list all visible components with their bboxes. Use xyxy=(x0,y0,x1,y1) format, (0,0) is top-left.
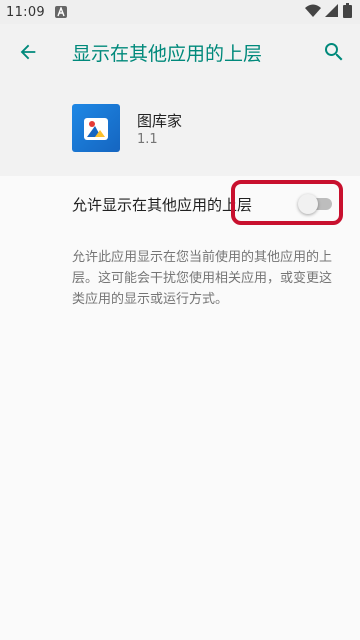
toggle-thumb xyxy=(298,194,318,214)
app-version: 1.1 xyxy=(137,132,158,147)
signal-icon xyxy=(325,3,339,22)
status-icons xyxy=(305,2,352,22)
allow-overlay-label: 允许显示在其他应用的上层 xyxy=(72,196,253,214)
status-time: 11:09 xyxy=(6,4,45,20)
battery-icon xyxy=(343,2,352,22)
a-letter-icon xyxy=(54,6,67,18)
status-bar: 11:09 xyxy=(0,0,360,24)
search-button[interactable] xyxy=(320,38,348,66)
settings-content: 允许显示在其他应用的上层 允许此应用显示在您当前使用的其他应用的上层。这可能会干… xyxy=(0,176,360,640)
wifi-icon xyxy=(305,3,321,22)
allow-overlay-row[interactable]: 允许显示在其他应用的上层 xyxy=(0,176,360,232)
allow-overlay-summary: 允许此应用显示在您当前使用的其他应用的上层。这可能会干扰您使用相关应用，或变更这… xyxy=(72,250,333,307)
app-name: 图库家 xyxy=(137,112,183,130)
app-header: 图库家 1.1 xyxy=(0,80,360,176)
screen: 11:09 显示在其他应用的上层 图库家 1.1 允许显示在其他应用的上层 允许… xyxy=(0,0,360,640)
arrow-left-icon xyxy=(20,44,36,60)
back-button[interactable] xyxy=(14,38,42,66)
page-title: 显示在其他应用的上层 xyxy=(72,43,263,65)
allow-overlay-toggle[interactable] xyxy=(298,194,334,214)
app-icon-card xyxy=(84,118,108,140)
search-icon xyxy=(325,43,343,61)
top-app-bar: 显示在其他应用的上层 xyxy=(0,24,360,80)
app-icon xyxy=(72,104,120,152)
